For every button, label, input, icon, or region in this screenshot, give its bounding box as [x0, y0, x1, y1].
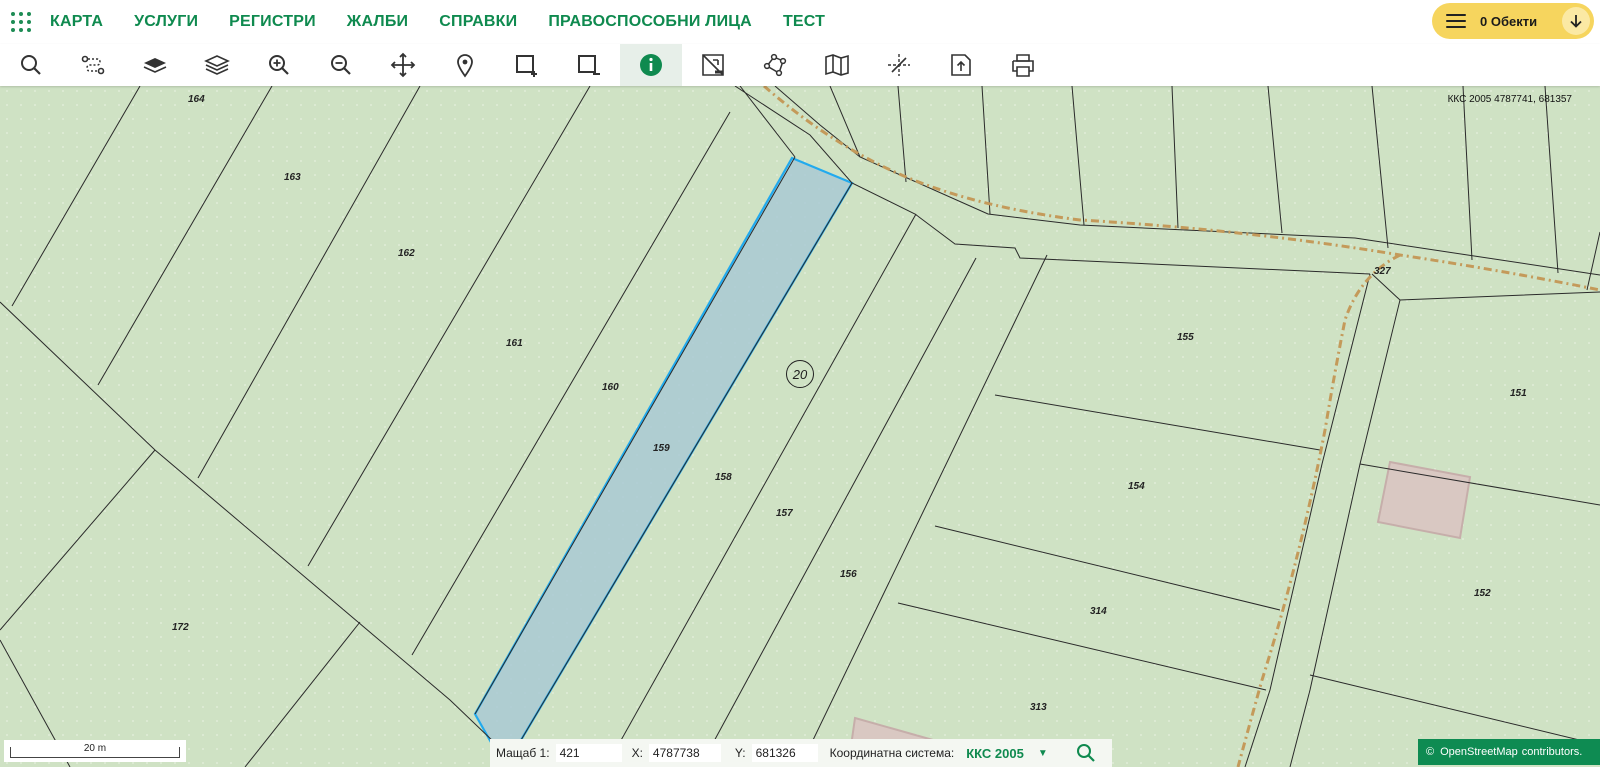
parcel-label: 159: [653, 443, 670, 454]
map-canvas[interactable]: ККС 2005 4787741, 681357 164 163 162 161…: [0, 86, 1600, 767]
parcel-label: 162: [398, 248, 415, 259]
parcel-label: 160: [602, 382, 619, 393]
map-icon[interactable]: [806, 44, 868, 86]
y-coordinate-value: 681326: [751, 744, 818, 762]
route-icon[interactable]: [62, 44, 124, 86]
map-status-bar: Мащаб 1: 421 X: 4787738 Y: 681326 Коорди…: [490, 739, 1112, 767]
menu-item-test[interactable]: ТЕСТ: [783, 13, 825, 31]
location-pin-icon[interactable]: [434, 44, 496, 86]
menu-item-karta[interactable]: КАРТА: [50, 13, 103, 31]
menu-item-spravki[interactable]: СПРАВКИ: [439, 13, 517, 31]
apps-grid-icon[interactable]: [10, 11, 32, 33]
parcel-label: 155: [1177, 332, 1194, 343]
zoom-in-icon[interactable]: [248, 44, 310, 86]
menu-item-registri[interactable]: РЕГИСТРИ: [229, 13, 316, 31]
copyright-symbol: ©: [1426, 746, 1435, 758]
cadastral-map: [0, 86, 1600, 767]
y-coordinate-label: Y:: [734, 746, 746, 760]
x-coordinate-value: 4787738: [648, 744, 721, 762]
scale-bar-text: 20 m: [83, 743, 107, 754]
osm-link[interactable]: OpenStreetMap: [1440, 746, 1518, 758]
pan-icon[interactable]: [372, 44, 434, 86]
menu-item-pravosposobni-lica[interactable]: ПРАВОСПОСОБНИ ЛИЦА: [548, 13, 752, 31]
crs-dropdown-icon[interactable]: ▼: [1038, 748, 1048, 759]
layers-icon[interactable]: [186, 44, 248, 86]
crosshair-icon[interactable]: [868, 44, 930, 86]
objects-count-label: 0 Обекти: [1480, 13, 1538, 29]
objects-button[interactable]: 0 Обекти: [1432, 3, 1594, 39]
parcel-label: 151: [1510, 388, 1527, 399]
select-remove-icon[interactable]: [558, 44, 620, 86]
select-add-icon[interactable]: [496, 44, 558, 86]
parcel-label: 157: [776, 508, 793, 519]
scale-label: Мащаб 1:: [496, 746, 550, 760]
house-number-marker: 20: [786, 360, 814, 388]
parcel-label: 327: [1374, 266, 1391, 277]
layer-icon[interactable]: [124, 44, 186, 86]
parcel-label: 154: [1128, 481, 1145, 492]
parcel-label: 152: [1474, 588, 1491, 599]
map-toolbar: [0, 44, 1600, 86]
scale-value[interactable]: 421: [555, 744, 622, 762]
download-arrow-icon[interactable]: [1562, 7, 1590, 35]
export-icon[interactable]: [930, 44, 992, 86]
osm-attribution: © OpenStreetMap contributors.: [1418, 739, 1600, 765]
menu-item-uslugi[interactable]: УСЛУГИ: [134, 13, 198, 31]
parcel-label: 164: [188, 94, 205, 105]
search-icon[interactable]: [0, 44, 62, 86]
zoom-out-icon[interactable]: [310, 44, 372, 86]
menu-item-zhalbi[interactable]: ЖАЛБИ: [347, 13, 408, 31]
info-icon[interactable]: [620, 44, 682, 86]
scale-bar: 20 m: [4, 740, 186, 762]
polygon-icon[interactable]: [744, 44, 806, 86]
main-menu: КАРТА УСЛУГИ РЕГИСТРИ ЖАЛБИ СПРАВКИ ПРАВ…: [50, 13, 856, 31]
attribution-text: contributors.: [1521, 746, 1583, 758]
parcel-label: 314: [1090, 606, 1107, 617]
crs-search-icon[interactable]: [1076, 743, 1096, 763]
parcel-label: 163: [284, 172, 301, 183]
parcel-label: 158: [715, 472, 732, 483]
hamburger-icon: [1446, 14, 1466, 28]
crs-label: Координатна система:: [829, 746, 955, 760]
parcel-label: 172: [172, 622, 189, 633]
print-icon[interactable]: [992, 44, 1054, 86]
parcel-label: 156: [840, 569, 857, 580]
crs-select[interactable]: ККС 2005: [966, 746, 1024, 761]
parcel-label: 161: [506, 338, 523, 349]
top-navigation-bar: КАРТА УСЛУГИ РЕГИСТРИ ЖАЛБИ СПРАВКИ ПРАВ…: [0, 0, 1600, 44]
parcel-label: 313: [1030, 702, 1047, 713]
coordinate-readout: ККС 2005 4787741, 681357: [1447, 94, 1572, 105]
measure-icon[interactable]: [682, 44, 744, 86]
x-coordinate-label: X:: [631, 746, 643, 760]
